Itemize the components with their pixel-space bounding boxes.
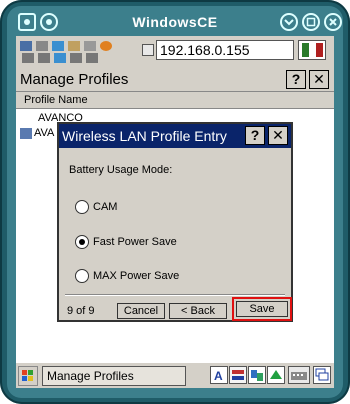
toolbar-icon-2b[interactable] xyxy=(38,53,50,63)
toolbar-settings-icon[interactable] xyxy=(84,41,96,51)
dialog-separator xyxy=(65,294,285,296)
manage-profiles-title: Manage Profiles xyxy=(20,71,129,88)
keyboard-icon[interactable] xyxy=(288,366,310,384)
list-item[interactable]: AVA xyxy=(20,127,54,139)
bfon-vnc-icon[interactable] xyxy=(229,366,247,384)
radio-cam[interactable] xyxy=(75,200,89,214)
radio-cam-label[interactable]: CAM xyxy=(93,201,117,213)
task-switch-icon[interactable] xyxy=(313,366,331,384)
toolbar-folder-icon[interactable] xyxy=(68,41,80,51)
windows-logo-icon xyxy=(22,370,33,381)
svg-text:A: A xyxy=(214,369,223,383)
radio-max-power-save-label[interactable]: MAX Power Save xyxy=(93,270,179,282)
page-indicator: 9 of 9 xyxy=(67,305,95,317)
manage-profiles-titlebar: Manage Profiles ? ✕ xyxy=(16,69,334,92)
taskbar: Manage Profiles A xyxy=(16,362,334,388)
wlan-profile-dialog: Wireless LAN Profile Entry ? ✕ Battery U… xyxy=(57,122,293,322)
maximize-icon[interactable] xyxy=(302,13,320,31)
ip-address-field[interactable]: 192.168.0.155 xyxy=(156,40,294,60)
wireless-status-icon[interactable] xyxy=(267,366,285,384)
battery-usage-label: Battery Usage Mode: xyxy=(69,164,173,176)
toolbar-icon-2d[interactable] xyxy=(70,53,82,63)
back-button[interactable]: < Back xyxy=(169,303,227,319)
dialog-close-button[interactable]: ✕ xyxy=(268,126,288,145)
window-titlebar: WindowsCE xyxy=(10,10,342,36)
taskbar-item-manage-profiles[interactable]: Manage Profiles xyxy=(42,366,186,386)
input-method-icon[interactable]: A xyxy=(210,366,228,384)
device-screen: 192.168.0.155 Manage Profiles ? ✕ Profil… xyxy=(16,36,334,388)
toolbar-connect-icon[interactable] xyxy=(20,41,32,51)
profile-network-icon xyxy=(20,127,32,139)
toolbar-icon-2e[interactable] xyxy=(86,53,98,63)
toolbar-icon-2c[interactable] xyxy=(54,53,66,63)
dialog-help-button[interactable]: ? xyxy=(245,126,265,145)
remote-toolbar: 192.168.0.155 xyxy=(16,36,334,66)
status-flag-icon[interactable] xyxy=(298,40,326,60)
close-window-icon[interactable] xyxy=(324,13,342,31)
cancel-button[interactable]: Cancel xyxy=(117,303,165,319)
save-button[interactable]: Save xyxy=(236,301,288,317)
toolbar-record-icon[interactable] xyxy=(100,41,112,51)
radio-fast-power-save[interactable] xyxy=(75,235,89,249)
toolbar-icon-2a[interactable] xyxy=(22,53,34,63)
manage-profiles-help-button[interactable]: ? xyxy=(286,70,306,89)
minimize-icon[interactable] xyxy=(280,13,298,31)
toolbar-transfer-icon[interactable] xyxy=(52,41,64,51)
manage-profiles-close-button[interactable]: ✕ xyxy=(309,70,329,89)
toolbar-tools-icon[interactable] xyxy=(36,41,48,51)
radio-max-power-save[interactable] xyxy=(75,269,89,283)
radio-fast-power-save-label[interactable]: Fast Power Save xyxy=(93,236,177,248)
list-item-label: AVA xyxy=(34,127,55,139)
toolbar-checkbox[interactable] xyxy=(142,44,154,56)
start-button[interactable] xyxy=(18,366,38,386)
column-header-profile-name[interactable]: Profile Name xyxy=(16,92,334,109)
network-icon[interactable] xyxy=(248,366,266,384)
